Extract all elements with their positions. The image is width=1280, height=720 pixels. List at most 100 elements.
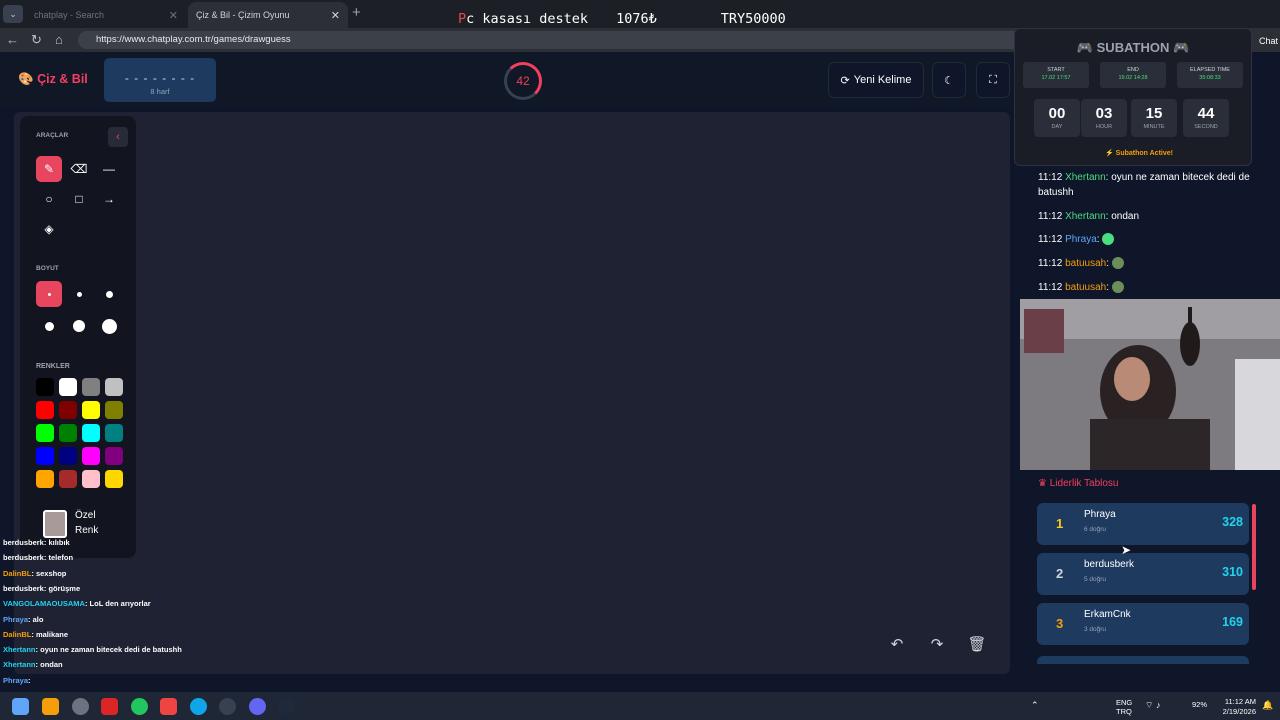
drawing-canvas[interactable] [14, 112, 1010, 674]
size-4-button[interactable] [36, 313, 62, 339]
new-tab-icon[interactable]: + [352, 4, 361, 21]
circle-tool[interactable]: ○ [36, 186, 62, 212]
start-label: START [1047, 67, 1065, 73]
size-dot [101, 318, 117, 334]
tab-drawguess[interactable]: Çiz & Bil - Çizim Oyunu ✕ [188, 2, 348, 28]
youtube-icon[interactable] [160, 698, 177, 715]
size-1-button[interactable] [36, 281, 62, 307]
color-swatch[interactable] [105, 424, 123, 442]
close-icon[interactable]: ✕ [331, 9, 340, 22]
chevron-up-icon[interactable]: ⌃ [1031, 700, 1039, 711]
arrow-tool[interactable]: → [96, 186, 122, 212]
chat-username: Phraya [1065, 234, 1097, 245]
seconds-label: SECOND [1194, 124, 1218, 130]
gamepad-icon: 🎮 [1172, 40, 1190, 55]
color-swatch[interactable] [36, 447, 54, 465]
color-swatch[interactable] [82, 378, 100, 396]
size-dot [47, 292, 51, 296]
size-2-button[interactable] [66, 281, 92, 307]
color-swatch[interactable] [36, 401, 54, 419]
spotify-icon[interactable] [131, 698, 148, 715]
leaderboard-title-text: Liderlik Tablosu [1049, 478, 1119, 489]
overlay-chat-line: DalinBL: sexshop [3, 568, 67, 578]
pen-tool[interactable]: ✎ [36, 156, 62, 182]
minutes-label: MINUTE [1143, 124, 1165, 130]
file-explorer-icon[interactable] [42, 698, 59, 715]
leaderboard-row[interactable]: 3 ErkamCnk 3 doğru 169 [1037, 603, 1249, 645]
reload-icon[interactable]: ↻ [31, 32, 42, 48]
color-swatch[interactable] [82, 401, 100, 419]
days-counter: 00 DAY [1034, 99, 1080, 137]
fill-tool[interactable]: ◈ [36, 216, 62, 242]
undo-button[interactable]: ↶ [884, 632, 910, 656]
mouse-cursor-icon: ➤ [1121, 543, 1132, 557]
elapsed-box: ELAPSED TIME 35:08:33 [1177, 62, 1243, 88]
rectangle-tool[interactable]: □ [66, 186, 92, 212]
color-swatch[interactable] [36, 424, 54, 442]
back-icon[interactable]: ← [6, 32, 19, 47]
color-swatch[interactable] [59, 378, 77, 396]
color-swatch[interactable] [82, 447, 100, 465]
color-swatch[interactable] [105, 447, 123, 465]
color-swatch[interactable] [36, 378, 54, 396]
color-swatch[interactable] [59, 447, 77, 465]
clock[interactable]: 11:12 AM 2/19/2026 [1216, 697, 1256, 717]
correct-count: 5 doğru [1084, 576, 1107, 583]
overlay-chat-line: Xhertann: ondan [3, 660, 63, 670]
redo-button[interactable]: ↷ [924, 632, 950, 656]
search-icon[interactable] [72, 698, 89, 715]
bolt-icon: ⚡ [1105, 150, 1114, 157]
language-indicator[interactable]: ENG TRQ [1116, 698, 1132, 716]
collapse-panel-button[interactable]: ‹ [108, 127, 128, 147]
leaderboard-row[interactable]: 1 Phraya 6 doğru 328 [1037, 503, 1249, 545]
close-icon[interactable]: ✕ [169, 9, 178, 22]
app-icon[interactable] [101, 698, 118, 715]
line-tool[interactable]: — [96, 156, 122, 182]
tab-menu-button[interactable]: ⌄ [3, 5, 23, 23]
clear-canvas-button[interactable]: 🗑 [964, 632, 990, 656]
color-swatch[interactable] [105, 470, 123, 488]
rank-number: 1 [1056, 516, 1064, 531]
rectangle-icon: □ [75, 192, 83, 206]
steam-icon[interactable] [278, 698, 295, 715]
size-3-button[interactable] [96, 281, 122, 307]
chat-message: ondan [40, 660, 63, 670]
color-swatch[interactable] [82, 424, 100, 442]
battery-level[interactable]: 92% [1192, 700, 1207, 709]
subathon-title-text: SUBATHON [1096, 40, 1170, 55]
leaderboard-row[interactable]: 2 berdusberk 5 doğru 310 [1037, 553, 1249, 595]
wifi-icon[interactable]: ⌔ ♪ [1145, 700, 1160, 711]
eraser-tool[interactable]: ⌫ [66, 156, 92, 182]
obs-icon[interactable] [219, 698, 236, 715]
seconds-counter: 44 SECOND [1183, 99, 1229, 137]
hours-counter: 03 HOUR [1081, 99, 1127, 137]
color-swatch[interactable] [59, 401, 77, 419]
color-swatch[interactable] [105, 378, 123, 396]
windows-start-icon[interactable] [12, 698, 29, 715]
edge-icon[interactable] [190, 698, 207, 715]
color-swatch[interactable] [59, 470, 77, 488]
tab-search[interactable]: chatplay - Search ✕ [26, 2, 186, 28]
size-5-button[interactable] [66, 313, 92, 339]
new-word-button[interactable]: ⟳ Yeni Kelime [828, 62, 924, 98]
minutes-counter: 15 MINUTE [1131, 99, 1177, 137]
url-field[interactable]: https://www.chatplay.com.tr/games/drawgu… [78, 31, 1033, 49]
theme-toggle-button[interactable]: ☾ [932, 62, 966, 98]
color-swatch[interactable] [82, 470, 100, 488]
crown-icon: ♛ [1038, 478, 1047, 489]
size-6-button[interactable] [96, 313, 122, 339]
color-swatch[interactable] [59, 424, 77, 442]
discord-icon[interactable] [249, 698, 266, 715]
notification-icon[interactable]: 🔔 [1262, 700, 1273, 711]
overlay-chat-line: berdusberk: kılıbık [3, 538, 70, 547]
webcam-image [1020, 299, 1280, 470]
fullscreen-button[interactable]: ⛶ [976, 62, 1010, 98]
leaderboard-scrollbar[interactable] [1252, 504, 1256, 590]
custom-color-swatch[interactable] [43, 510, 67, 538]
home-icon[interactable]: ⌂ [55, 32, 63, 47]
color-swatch[interactable] [105, 401, 123, 419]
chat-username: Xhertann [1065, 211, 1106, 222]
overlay-chat-line: DalinBL: malikane [3, 629, 69, 639]
color-swatch[interactable] [36, 470, 54, 488]
webcam-feed [1020, 299, 1280, 470]
